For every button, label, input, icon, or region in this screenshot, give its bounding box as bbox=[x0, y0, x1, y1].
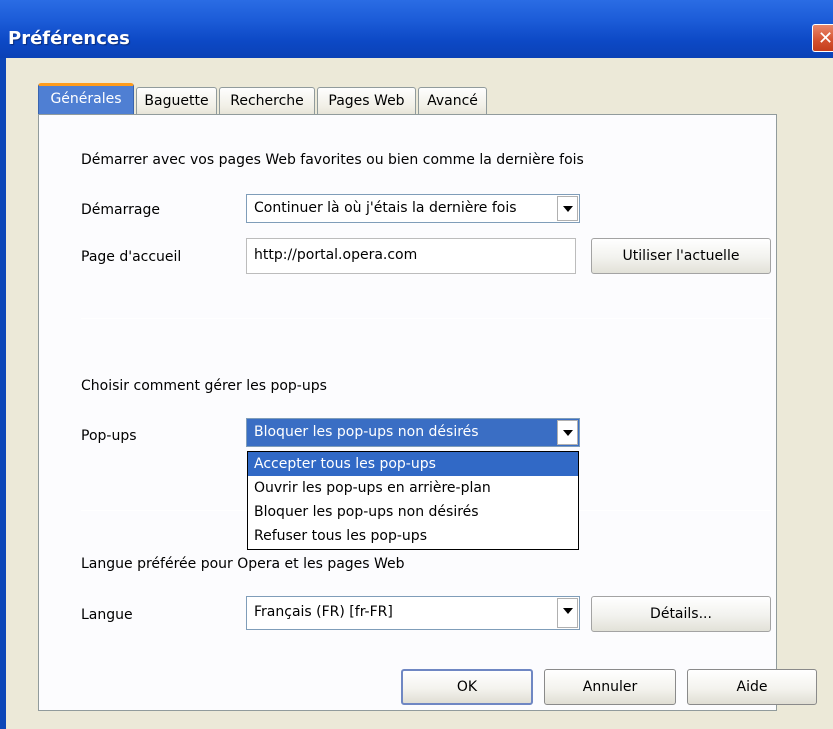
popup-option-refuse-all[interactable]: Refuser tous les pop-ups bbox=[248, 524, 578, 548]
popup-option-accept-all[interactable]: Accepter tous les pop-ups bbox=[248, 452, 578, 476]
ok-button[interactable]: OK bbox=[401, 669, 533, 705]
chevron-down-icon[interactable] bbox=[557, 196, 578, 221]
tab-generales[interactable]: Générales bbox=[38, 83, 134, 116]
popups-value: Bloquer les pop-ups non désirés bbox=[254, 424, 479, 440]
use-current-button[interactable]: Utiliser l'actuelle bbox=[591, 238, 771, 274]
home-page-input[interactable]: http://portal.opera.com bbox=[246, 238, 576, 274]
section-divider bbox=[81, 318, 771, 319]
popups-select[interactable]: Bloquer les pop-ups non désirés bbox=[246, 418, 580, 447]
chevron-down-icon[interactable] bbox=[557, 420, 578, 445]
home-page-label: Page d'accueil bbox=[81, 249, 182, 265]
window-title: Préférences bbox=[8, 28, 130, 49]
startup-section-text: Démarrer avec vos pages Web favorites ou… bbox=[81, 152, 584, 168]
dialog-client-area: Générales Baguette Recherche Pages Web A… bbox=[6, 58, 833, 729]
tab-panel-generales: Démarrer avec vos pages Web favorites ou… bbox=[38, 114, 777, 711]
language-section-text: Langue préférée pour Opera et les pages … bbox=[81, 556, 405, 572]
demarrage-label: Démarrage bbox=[81, 202, 160, 218]
titlebar[interactable]: Préférences ✕ bbox=[0, 0, 833, 58]
language-select[interactable]: Français (FR) [fr-FR] bbox=[246, 596, 580, 630]
close-button[interactable]: ✕ bbox=[812, 24, 833, 52]
tab-avance[interactable]: Avancé bbox=[418, 87, 487, 115]
popups-section-text: Choisir comment gérer les pop-ups bbox=[81, 378, 327, 394]
cancel-button[interactable]: Annuler bbox=[544, 669, 676, 705]
details-button[interactable]: Détails... bbox=[591, 596, 771, 632]
help-button[interactable]: Aide bbox=[687, 669, 817, 705]
language-label: Langue bbox=[81, 607, 133, 623]
popup-option-block-unwanted[interactable]: Bloquer les pop-ups non désirés bbox=[248, 500, 578, 524]
tab-baguette[interactable]: Baguette bbox=[136, 87, 217, 115]
tab-recherche[interactable]: Recherche bbox=[219, 87, 315, 115]
chevron-down-icon[interactable] bbox=[557, 598, 578, 628]
popup-option-background[interactable]: Ouvrir les pop-ups en arrière-plan bbox=[248, 476, 578, 500]
demarrage-value: Continuer là où j'étais la dernière fois bbox=[254, 200, 517, 216]
demarrage-select[interactable]: Continuer là où j'étais la dernière fois bbox=[246, 194, 580, 223]
tab-pages-web[interactable]: Pages Web bbox=[317, 87, 416, 115]
language-value: Français (FR) [fr-FR] bbox=[254, 604, 393, 620]
popups-label: Pop-ups bbox=[81, 428, 137, 444]
home-page-value: http://portal.opera.com bbox=[254, 247, 418, 263]
popups-dropdown-list[interactable]: Accepter tous les pop-ups Ouvrir les pop… bbox=[247, 451, 579, 550]
preferences-window: Préférences ✕ Générales Baguette Recherc… bbox=[0, 0, 833, 729]
close-icon: ✕ bbox=[818, 28, 833, 49]
